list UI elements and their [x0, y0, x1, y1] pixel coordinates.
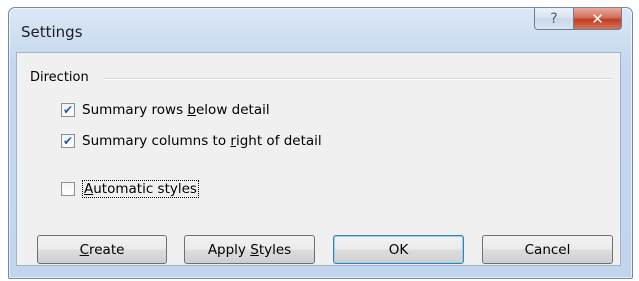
help-button[interactable]: ?: [534, 8, 574, 30]
checkbox-box[interactable]: [61, 182, 75, 196]
create-button[interactable]: Create: [37, 235, 167, 264]
direction-group-label: Direction: [30, 70, 89, 85]
automatic-styles-checkbox[interactable]: Automatic styles: [61, 180, 199, 198]
cancel-button[interactable]: Cancel: [482, 235, 613, 264]
settings-dialog: Settings ? ✕ Direction ✔ Summary rows be…: [8, 7, 633, 279]
checkbox-label[interactable]: Summary rows below detail: [82, 102, 270, 118]
help-icon: ?: [550, 10, 558, 27]
summary-rows-below-checkbox[interactable]: ✔ Summary rows below detail: [61, 102, 270, 118]
title-bar[interactable]: Settings ? ✕: [9, 8, 632, 54]
checkbox-box[interactable]: ✔: [61, 134, 75, 148]
apply-styles-button[interactable]: Apply Styles: [184, 235, 315, 264]
checkmark-icon: ✔: [62, 134, 74, 148]
close-icon: ✕: [591, 9, 604, 28]
ok-button[interactable]: OK: [333, 235, 464, 264]
summary-columns-right-checkbox[interactable]: ✔ Summary columns to right of detail: [61, 133, 322, 149]
checkbox-label[interactable]: Summary columns to right of detail: [82, 133, 322, 149]
dialog-content: Direction ✔ Summary rows below detail ✔ …: [16, 52, 621, 266]
window-title: Settings: [21, 23, 83, 41]
checkmark-icon: ✔: [62, 103, 74, 117]
checkbox-label[interactable]: Automatic styles: [82, 180, 199, 198]
group-divider: [103, 78, 612, 80]
close-button[interactable]: ✕: [573, 8, 622, 30]
checkbox-box[interactable]: ✔: [61, 103, 75, 117]
